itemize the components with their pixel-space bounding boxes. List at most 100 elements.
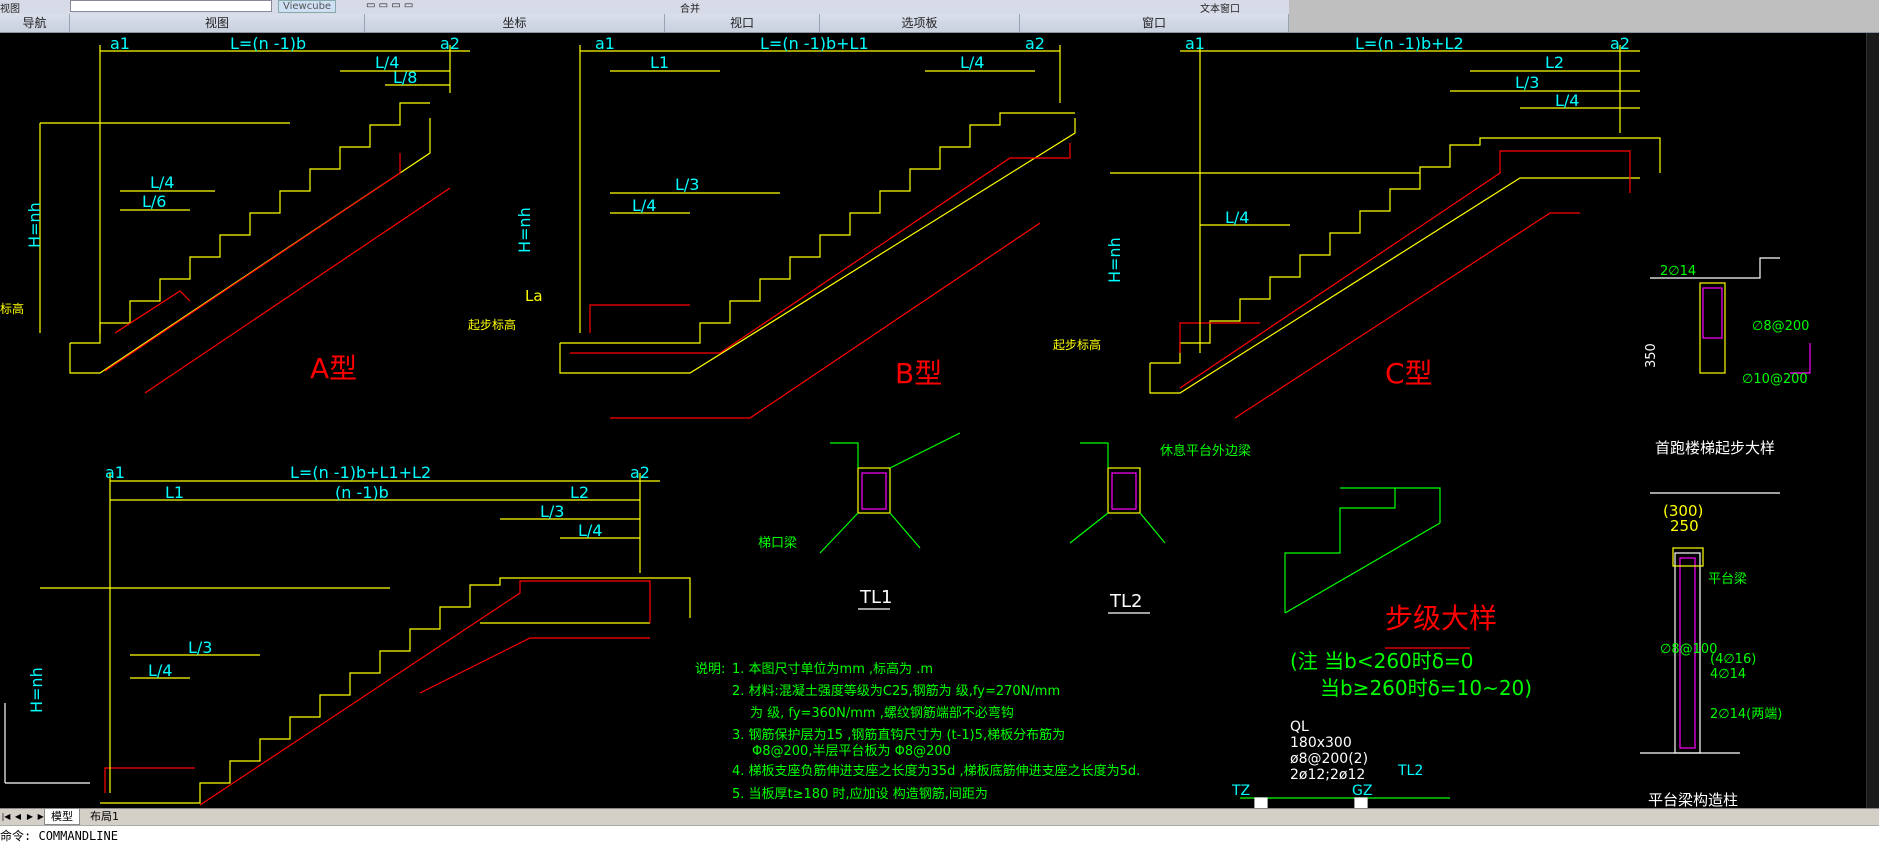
first-run-rebar-1: 2∅14 [1660,264,1696,279]
stair-b-rebar-bottom [610,222,1041,419]
dim-a-h: H=nh [25,202,44,248]
tl1-beam [857,467,891,514]
type-c-label: C型 [1385,357,1433,390]
tl1-rebar-1 [889,512,921,549]
panel-palettes[interactable]: 选项板 [820,14,1020,32]
tl1-rebar-2 [819,512,859,554]
first-run-dim: 350 [1644,343,1659,368]
dim-c-top: L=(n -1)b+L2 [1355,34,1464,53]
dim-a-a1: a1 [110,34,130,53]
note-5: Φ8@200,半层平台板为 Φ8@200 [752,744,951,759]
tl2-label-2: TL2 [1397,763,1423,779]
first-run-rebar-3: ∅10@200 [1742,372,1808,387]
tab-nav-next-icon[interactable]: ▶ [24,810,36,823]
dim-d-a1: a1 [105,463,125,482]
dim-c-h: H=nh [1105,237,1124,283]
dim-d-sub: (n -1)b [335,483,389,502]
stair-c-rebar-3 [1179,322,1260,353]
stair-d-steps [100,577,691,804]
stair-a-slab [69,118,431,374]
tz-block [1254,797,1268,809]
tl2-beam [1107,467,1141,514]
dim-c-l4b: L/4 [1225,208,1249,227]
biaogao-a: 标高 [0,301,24,316]
qibu-b: 起步标高 [468,317,516,332]
note-4: 3. 钢筋保护层为15 ,钢筋直钩尺寸为 (t-1)5,梯板分布筋为 [732,727,1065,743]
tab-model[interactable]: 模型 [44,809,80,825]
tl1-detail[interactable] [819,432,961,610]
dim-b-a2: a2 [1025,34,1045,53]
dim-a-l8: L/8 [393,68,417,87]
stair-a-steps [70,102,430,344]
stair-a-rebar-3 [114,290,191,334]
dim-a-a2: a2 [440,34,460,53]
coord-icons[interactable]: ▭ ▭ ▭ ▭ [366,0,413,11]
tab-nav-prev-icon[interactable]: ◀ [12,810,24,823]
gz-block [1354,797,1368,809]
layout-tabs-bar: |◀ ◀ ▶ ▶| 模型 布局1 [0,808,1879,825]
first-run-beam [1699,282,1726,374]
platform-rebar-2: (4∅16) [1710,652,1756,667]
note-7: 5. 当板厚t≥180 时,应加设 构造钢筋,间距为 [732,786,988,802]
merge-label[interactable]: 合并 [680,0,700,15]
tl2-rebar-1 [1139,512,1166,544]
ql-4: 2ø12;2ø12 [1290,767,1365,783]
dim-b-la: La [525,287,543,305]
ribbon: 视图 Viewcube ▭ ▭ ▭ ▭ 合并 文本窗口 导航 视图 坐标 视口 … [0,0,1879,33]
note-2: 2. 材料:混凝土强度等级为C25,钢筋为 级,fy=270N/mm [732,683,1060,699]
panel-window[interactable]: 窗口 [1020,14,1289,32]
step-note-2: 当b≥260时δ=10~20) [1320,676,1532,700]
tl2-detail[interactable] [1069,442,1166,614]
view-dropdown[interactable] [70,0,272,12]
dim-b-l1: L1 [650,53,669,72]
dim-d-a2: a2 [630,463,650,482]
panel-navigate[interactable]: 导航 [0,14,70,32]
type-a-label: A型 [310,352,357,385]
step-detail-title: 步级大样 [1385,602,1497,635]
first-run-stirrup [1702,287,1723,339]
stair-b-group[interactable] [559,45,1076,419]
command-input[interactable]: COMMANDLINE [38,829,117,843]
tab-layout1[interactable]: 布局1 [84,809,125,824]
note-6: 4. 梯板支座负筋伸进支座之长度为35d ,梯板底筋伸进支座之长度为5d. [732,763,1140,779]
viewcube-button[interactable]: Viewcube [278,0,337,13]
ribbon-empty-area [1289,0,1879,32]
tl2-note: 休息平台外边梁 [1160,443,1251,459]
note-1: 1. 本图尺寸单位为mm ,标高为 .m [732,661,933,677]
vertical-scrollbar[interactable] [1866,33,1879,808]
tl1-note: 梯口梁 [758,536,797,551]
step-detail-outline [1284,487,1441,613]
panel-coords[interactable]: 坐标 [365,14,665,32]
dim-d-top: L=(n -1)b+L1+L2 [290,463,431,482]
stair-b-rebar-3 [589,304,690,333]
panel-viewport[interactable]: 视口 [665,14,820,32]
tab-nav-first-icon[interactable]: |◀ [0,810,12,823]
tl1-rebar-3 [830,442,859,468]
dim-c-l2: L2 [1545,53,1564,72]
command-prompt: 命令: [0,829,32,843]
dim-d-l1: L1 [165,483,184,502]
drawing-canvas[interactable]: L=(n -1)b a1 a2 L/4 L/8 L/4 L/6 L=(n -1)… [0,33,1879,809]
step-detail-slope [1284,522,1441,614]
panel-view[interactable]: 视图 [70,14,365,32]
dim-b-h: H=nh [515,207,534,253]
stair-b-steps [560,112,1075,344]
gz-label: GZ [1352,783,1372,799]
dim-b-a1: a1 [595,34,615,53]
command-line[interactable]: 命令: COMMANDLINE [0,825,1879,846]
dim-c-a1: a1 [1185,34,1205,53]
stair-a-group[interactable] [39,45,470,394]
cad-drawing[interactable]: L=(n -1)b a1 a2 L/4 L/8 L/4 L/6 L=(n -1)… [0,33,1879,809]
dim-a-top: L=(n -1)b [230,34,306,53]
text-window-label[interactable]: 文本窗口 [1200,0,1240,15]
dim-d-h: H=nh [27,667,46,713]
stair-c-rebar-top [1179,150,1631,389]
ql-1: QL [1290,719,1309,735]
tl2-stirrup [1111,472,1137,510]
dim-a-l4b: L/4 [150,173,174,192]
ql-3: ø8@200(2) [1290,751,1368,767]
note-3: 为 级, fy=360N/mm ,螺纹钢筋端部不必弯钩 [750,705,1014,721]
first-run-mark [1790,343,1811,374]
first-run-title: 首跑楼梯起步大样 [1655,439,1775,457]
ql-detail[interactable] [1240,797,1450,809]
